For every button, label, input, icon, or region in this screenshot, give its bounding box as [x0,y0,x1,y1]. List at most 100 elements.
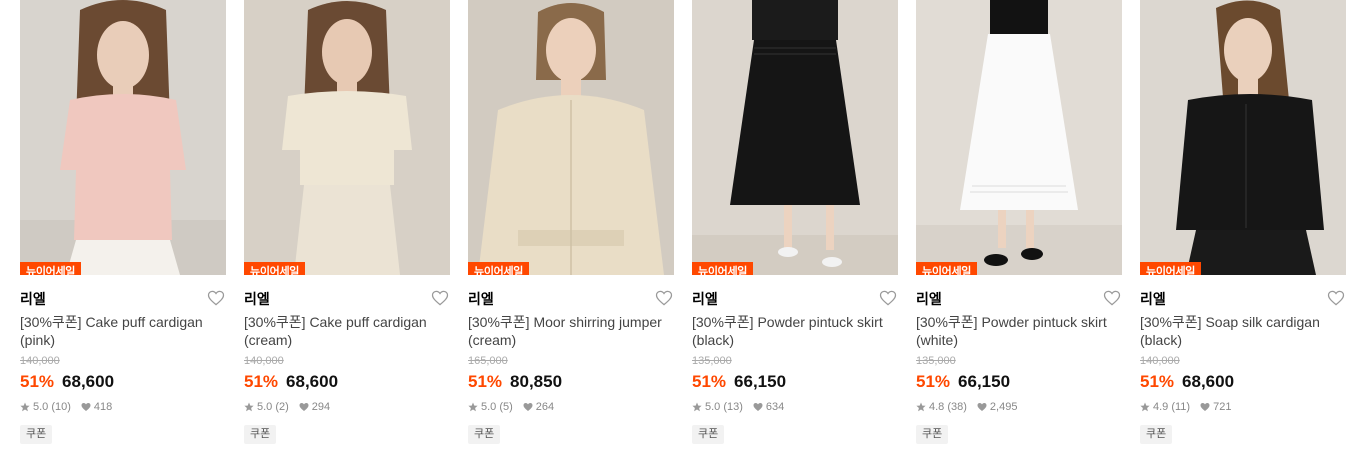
product-title[interactable]: [30%쿠폰] Cake puff cardigan (cream) [244,313,450,349]
brand-name[interactable]: 리엘 [244,291,270,307]
review-meta: 5.0 (13) 634 [692,400,898,414]
sale-price: 66,150 [958,372,1011,391]
brand-name[interactable]: 리엘 [1140,291,1166,307]
star-icon [244,402,254,412]
sale-badge: 뉴이어세일 [1140,262,1202,275]
product-image[interactable]: 뉴이어세일 [1140,0,1346,275]
product-image[interactable]: 뉴이어세일 [692,0,898,275]
star-icon [468,402,478,412]
like-heart-icon [81,403,91,411]
like-heart-icon [299,403,309,411]
sale-badge: 뉴이어세일 [468,262,530,275]
product-photo [20,0,226,275]
original-price: 135,000 [692,355,732,367]
like-heart-icon [523,403,533,411]
product-image[interactable]: 뉴이어세일 [916,0,1122,275]
discount-rate: 51% [468,372,503,391]
review-meta: 4.9 (11) 721 [1140,400,1346,414]
brand-name[interactable]: 리엘 [692,291,718,307]
sale-badge: 뉴이어세일 [20,262,82,275]
product-title[interactable]: [30%쿠폰] Soap silk cardigan (black) [1140,313,1346,349]
discount-rate: 51% [1140,372,1175,391]
product-title[interactable]: [30%쿠폰] Powder pintuck skirt (black) [692,313,898,349]
heart-icon[interactable] [206,288,226,308]
price-row: 51% 66,150 [692,372,898,394]
coupon-tag: 쿠폰 [916,425,949,444]
product-title[interactable]: [30%쿠폰] Powder pintuck skirt (white) [916,313,1122,349]
sale-price: 68,600 [286,372,339,391]
original-price: 140,000 [20,355,60,367]
original-price: 140,000 [1140,355,1180,367]
sale-badge: 뉴이어세일 [916,262,978,275]
review-meta: 4.8 (38) 2,495 [916,400,1122,414]
product-photo [1140,0,1346,275]
price-row: 51% 66,150 [916,372,1122,394]
rating: 5.0 (10) [33,401,71,413]
coupon-tag: 쿠폰 [20,425,53,444]
product-card[interactable]: 뉴이어세일 리엘 [30%쿠폰] Cake puff cardigan (cre… [244,0,450,444]
product-image[interactable]: 뉴이어세일 [468,0,674,275]
discount-rate: 51% [692,372,727,391]
product-card[interactable]: 뉴이어세일 리엘 [30%쿠폰] Powder pintuck skirt (w… [916,0,1122,444]
coupon-tag: 쿠폰 [244,425,277,444]
product-photo [692,0,898,275]
product-photo [244,0,450,275]
like-count: 418 [93,401,113,413]
sale-price: 68,600 [1182,372,1235,391]
review-meta: 5.0 (2) 294 [244,400,450,414]
price-row: 51% 80,850 [468,372,674,394]
brand-name[interactable]: 리엘 [468,291,494,307]
like-count: 721 [1213,401,1232,413]
rating: 4.9 (11) [1153,401,1191,413]
product-card[interactable]: 뉴이어세일 리엘 [30%쿠폰] Powder pintuck skirt (b… [692,0,898,444]
discount-rate: 51% [916,372,951,391]
price-row: 51% 68,600 [244,372,450,394]
discount-rate: 51% [244,372,279,391]
review-meta: 5.0 (10) 418 [20,400,226,414]
product-photo [916,0,1122,275]
heart-icon[interactable] [430,288,450,308]
star-icon [692,402,702,412]
brand-row: 리엘 [20,289,226,311]
brand-row: 리엘 [916,289,1122,311]
sale-badge: 뉴이어세일 [244,262,306,275]
heart-icon[interactable] [654,288,674,308]
product-card[interactable]: 뉴이어세일 리엘 [30%쿠폰] Cake puff cardigan (pin… [20,0,226,444]
price-row: 51% 68,600 [20,372,226,394]
coupon-tag: 쿠폰 [692,425,725,444]
product-title[interactable]: [30%쿠폰] Cake puff cardigan (pink) [20,313,226,349]
like-count: 634 [765,401,785,413]
rating: 5.0 (5) [481,401,513,413]
original-price: 140,000 [244,355,284,367]
like-heart-icon [753,403,763,411]
product-card[interactable]: 뉴이어세일 리엘 [30%쿠폰] Moor shirring jumper (c… [468,0,674,444]
sale-price: 66,150 [734,372,787,391]
brand-row: 리엘 [468,289,674,311]
coupon-tag: 쿠폰 [468,425,501,444]
discount-rate: 51% [20,372,55,391]
star-icon [1140,402,1150,412]
product-photo [468,0,674,275]
like-count: 2,495 [989,401,1018,413]
product-title[interactable]: [30%쿠폰] Moor shirring jumper (cream) [468,313,674,349]
heart-icon[interactable] [1102,288,1122,308]
heart-icon[interactable] [1326,288,1346,308]
product-grid: 뉴이어세일 리엘 [30%쿠폰] Cake puff cardigan (pin… [0,0,1348,464]
star-icon [916,402,926,412]
like-heart-icon [1200,403,1210,411]
rating: 5.0 (13) [705,401,743,413]
brand-row: 리엘 [244,289,450,311]
brand-row: 리엘 [1140,289,1346,311]
heart-icon[interactable] [878,288,898,308]
product-card[interactable]: 뉴이어세일 리엘 [30%쿠폰] Soap silk cardigan (bla… [1140,0,1346,444]
product-image[interactable]: 뉴이어세일 [20,0,226,275]
original-price: 135,000 [916,355,956,367]
review-meta: 5.0 (5) 264 [468,400,674,414]
brand-name[interactable]: 리엘 [916,291,942,307]
product-image[interactable]: 뉴이어세일 [244,0,450,275]
price-row: 51% 68,600 [1140,372,1346,394]
rating: 5.0 (2) [257,401,289,413]
sale-badge: 뉴이어세일 [692,262,754,275]
rating: 4.8 (38) [929,401,967,413]
brand-name[interactable]: 리엘 [20,291,46,307]
